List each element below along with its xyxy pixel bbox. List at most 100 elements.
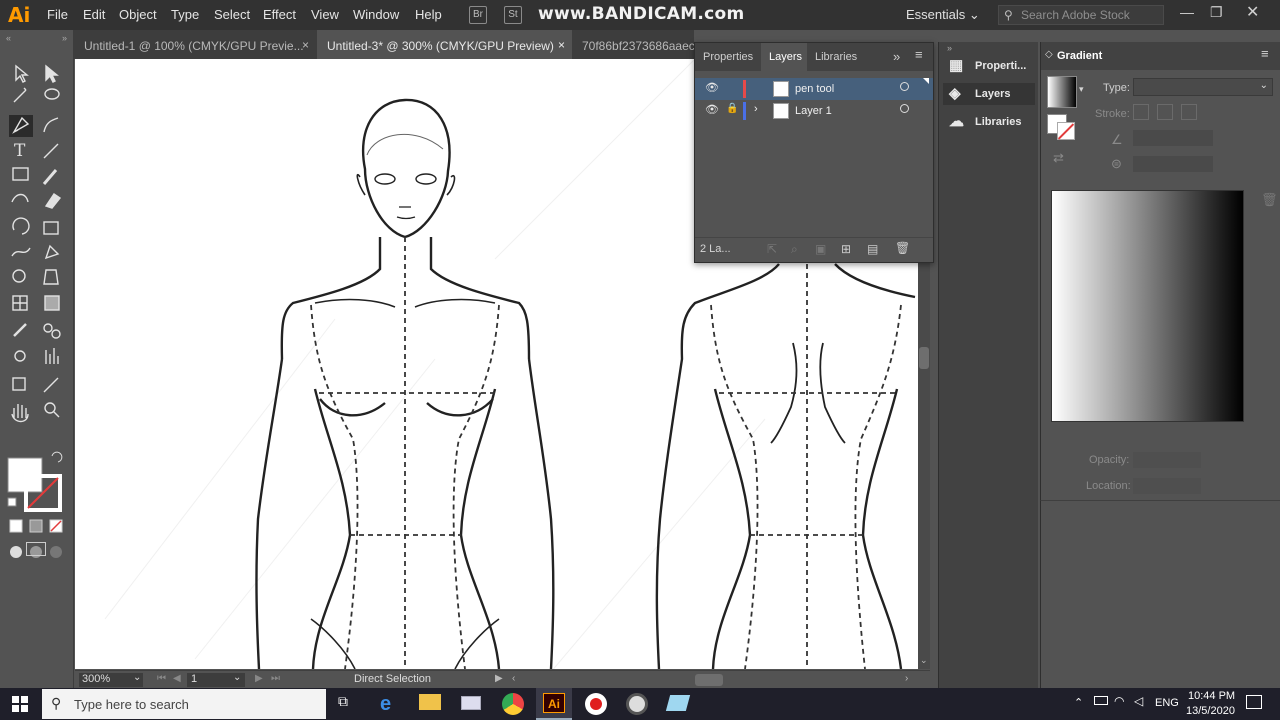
wifi-icon[interactable]: ◠ <box>1114 694 1124 708</box>
stock-badge[interactable]: St <box>504 6 522 24</box>
layer-row-layer-1[interactable]: 👁 🔒 › Layer 1 <box>695 100 933 122</box>
language-indicator[interactable]: ENG <box>1155 697 1179 709</box>
stroke-type-1-icon[interactable] <box>1133 104 1149 120</box>
collapse-icon[interactable]: » <box>947 43 952 53</box>
menu-object[interactable]: Object <box>119 7 157 22</box>
location-input[interactable] <box>1133 478 1201 494</box>
tab-70f86bf[interactable]: 70f86bf2373686aaec5 <box>574 30 694 59</box>
bridge-badge[interactable]: Br <box>469 6 487 24</box>
menu-help[interactable]: Help <box>415 7 442 22</box>
minimize-icon[interactable]: — <box>1180 4 1194 20</box>
aspect-ratio-input[interactable] <box>1133 156 1213 172</box>
chevron-down-icon[interactable]: ▾ <box>1079 84 1084 95</box>
layers-icon: ◈ <box>949 85 961 102</box>
horizontal-scroll-thumb[interactable] <box>695 674 723 686</box>
restore-icon[interactable]: ❐ <box>1210 4 1223 21</box>
screen-mode-icon[interactable] <box>26 542 46 556</box>
collapse-icon[interactable]: « <box>6 33 11 43</box>
gradient-type-select[interactable]: ⌄ <box>1133 78 1273 96</box>
perspective-grid-icon <box>43 269 59 285</box>
windows-start-icon[interactable] <box>12 696 28 712</box>
panel-toggle-icon[interactable]: ◇ <box>1045 49 1053 60</box>
chevron-down-icon[interactable]: ⌄ <box>133 672 141 683</box>
clock-time[interactable]: 10:44 PM <box>1188 690 1235 702</box>
chrome-icon[interactable] <box>502 693 524 715</box>
visibility-eye-icon[interactable]: 👁 <box>705 81 719 94</box>
location-label: Location: <box>1086 480 1131 492</box>
stock-search-input[interactable]: ⚲ Search Adobe Stock <box>998 5 1164 25</box>
tab-layers[interactable]: Layers <box>761 43 807 71</box>
media-player-icon[interactable] <box>626 693 648 715</box>
new-layer-icon[interactable]: ▤ <box>867 242 878 256</box>
dock-properties[interactable]: ▦ Properti... <box>943 55 1035 77</box>
bandicam-record-icon[interactable] <box>585 693 607 715</box>
taskbar-search-input[interactable]: ⚲ Type here to search <box>42 689 326 719</box>
dock-layers[interactable]: ◈ Layers <box>943 83 1035 105</box>
layer-row-pen-tool[interactable]: 👁 pen tool <box>695 78 933 100</box>
target-circle-icon[interactable] <box>900 104 909 113</box>
battery-icon[interactable] <box>1094 696 1108 705</box>
menu-effect[interactable]: Effect <box>263 7 296 22</box>
target-circle-icon[interactable] <box>900 82 909 91</box>
angle-input[interactable] <box>1133 130 1213 146</box>
zoom-value: 300% <box>82 673 111 685</box>
make-clipping-mask-icon[interactable]: ▣ <box>815 242 826 256</box>
dock-libraries[interactable]: ☁ Libraries <box>943 111 1035 133</box>
chevron-right-icon[interactable]: › <box>754 103 758 115</box>
tab-libraries[interactable]: Libraries <box>815 51 857 63</box>
collect-export-icon[interactable]: ⇱ <box>767 242 777 256</box>
prev-artboard-icon[interactable]: ◀ <box>173 673 181 684</box>
menu-view[interactable]: View <box>311 7 339 22</box>
collapse-icon[interactable]: » <box>62 33 67 43</box>
volume-icon[interactable]: ◁ <box>1134 694 1143 708</box>
expand-panels-icon[interactable]: » <box>893 49 900 64</box>
chevron-up-icon[interactable]: ⌃ <box>1074 696 1083 709</box>
reverse-gradient-icon[interactable]: ⇄ <box>1053 150 1064 166</box>
locate-object-icon[interactable]: ⌕ <box>791 242 798 257</box>
menu-select[interactable]: Select <box>214 7 250 22</box>
panel-menu-icon[interactable]: ≡ <box>1261 46 1269 61</box>
stroke-swatch[interactable] <box>1057 122 1075 140</box>
gradient-preview[interactable] <box>1051 190 1244 422</box>
menu-type[interactable]: Type <box>171 7 199 22</box>
chevron-down-icon[interactable]: ⌄ <box>233 672 241 683</box>
workspace-switcher[interactable]: Essentials ⌄ <box>906 7 980 23</box>
tab-untitled-1[interactable]: Untitled-1 @ 100% (CMYK/GPU Previe... <box>74 30 314 59</box>
close-tab-icon[interactable]: × <box>302 38 309 52</box>
tab-properties[interactable]: Properties <box>703 51 753 63</box>
stroke-type-2-icon[interactable] <box>1157 104 1173 120</box>
status-menu-icon[interactable]: ▶ <box>495 673 503 684</box>
close-tab-icon[interactable]: × <box>558 38 565 52</box>
scroll-left-icon[interactable]: ‹ <box>512 673 515 684</box>
visibility-eye-icon[interactable]: 👁 <box>705 103 719 116</box>
menu-edit[interactable]: Edit <box>83 7 105 22</box>
scroll-down-icon[interactable]: ⌄ <box>920 655 928 666</box>
next-artboard-icon[interactable]: ▶ <box>255 673 263 684</box>
mail-icon[interactable] <box>461 696 481 710</box>
edge-browser-icon[interactable]: e <box>380 693 402 715</box>
trash-icon[interactable]: 🗑 <box>1261 192 1278 208</box>
task-view-icon[interactable]: ⧉ <box>338 693 360 715</box>
trash-icon[interactable]: 🗑 <box>895 241 910 255</box>
scroll-right-icon[interactable]: › <box>905 673 908 684</box>
layer-name[interactable]: pen tool <box>795 83 834 95</box>
panel-menu-icon[interactable]: ≡ <box>915 47 923 62</box>
tab-untitled-3[interactable]: Untitled-3* @ 300% (CMYK/GPU Preview) <box>317 30 572 59</box>
gradient-thumbnail[interactable] <box>1047 76 1077 108</box>
new-sublayer-icon[interactable]: ⊞ <box>841 242 851 256</box>
last-artboard-icon[interactable]: ⏭ <box>271 673 280 684</box>
stroke-type-3-icon[interactable] <box>1181 104 1197 120</box>
menu-window[interactable]: Window <box>353 7 399 22</box>
lock-icon[interactable]: 🔒 <box>726 103 738 114</box>
clock-date[interactable]: 13/5/2020 <box>1186 705 1235 717</box>
notifications-icon[interactable] <box>1246 695 1262 709</box>
opacity-input[interactable] <box>1133 452 1201 468</box>
first-artboard-icon[interactable]: ⏮ <box>157 673 166 684</box>
illustrator-taskbar-button[interactable]: Ai <box>536 688 572 720</box>
file-explorer-icon[interactable] <box>419 694 441 710</box>
menu-file[interactable]: File <box>47 7 68 22</box>
notepad-icon[interactable] <box>665 695 691 711</box>
close-icon[interactable]: ✕ <box>1246 2 1259 22</box>
scroll-thumb[interactable] <box>919 347 929 369</box>
layer-name[interactable]: Layer 1 <box>795 105 832 117</box>
